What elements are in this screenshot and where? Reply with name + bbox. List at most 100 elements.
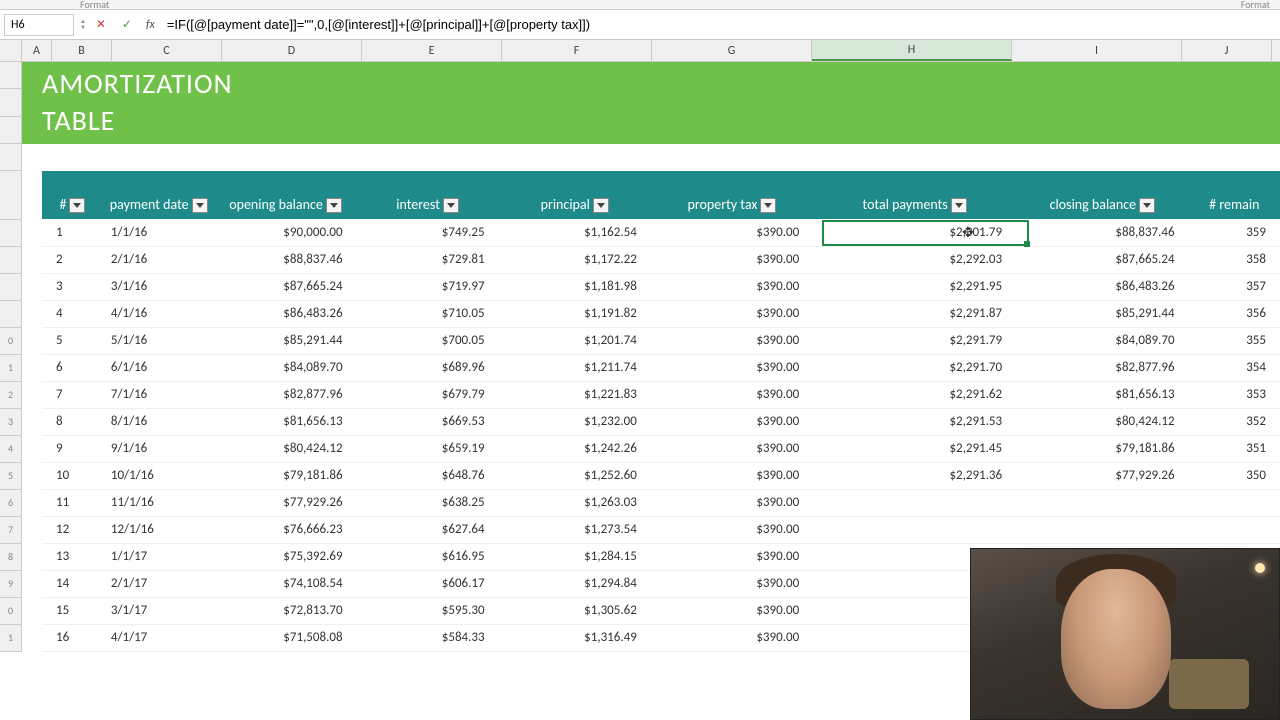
cell-tax[interactable]: $390.00 (651, 570, 813, 597)
filter-icon[interactable] (69, 198, 85, 213)
filter-icon[interactable] (1139, 198, 1155, 213)
cell-opening[interactable]: $87,665.24 (214, 273, 356, 300)
cell-remaining[interactable]: 355 (1189, 327, 1280, 354)
cell-interest[interactable]: $648.76 (357, 462, 499, 489)
select-all-corner[interactable] (0, 40, 22, 61)
cell-tax[interactable]: $390.00 (651, 381, 813, 408)
cell-interest[interactable]: $659.19 (357, 435, 499, 462)
filter-icon[interactable] (593, 198, 609, 213)
cell-total[interactable]: $2,291.53 (813, 408, 1016, 435)
cell-closing[interactable]: $81,656.13 (1016, 381, 1189, 408)
cell-remaining[interactable]: 352 (1189, 408, 1280, 435)
cell-tax[interactable]: $390.00 (651, 219, 813, 246)
column-header-I[interactable]: I (1012, 40, 1182, 61)
col-header-property-tax[interactable]: property tax (651, 171, 813, 219)
cell-closing[interactable]: $82,877.96 (1016, 354, 1189, 381)
cell-interest[interactable]: $595.30 (357, 597, 499, 624)
cell-total[interactable]: $2,291.87 (813, 300, 1016, 327)
row-header[interactable]: 6 (0, 490, 21, 517)
cell-date[interactable]: 10/1/16 (103, 462, 215, 489)
cell-principal[interactable]: $1,294.84 (499, 570, 651, 597)
cell-num[interactable]: 8 (42, 408, 103, 435)
row-header[interactable] (0, 117, 21, 144)
fx-icon[interactable]: fx (146, 18, 155, 32)
cell-date[interactable]: 11/1/16 (103, 489, 215, 516)
cell-remaining[interactable]: 357 (1189, 273, 1280, 300)
cell-opening[interactable]: $85,291.44 (214, 327, 356, 354)
cell-date[interactable]: 4/1/17 (103, 624, 215, 651)
cell-num[interactable]: 9 (42, 435, 103, 462)
cell-interest[interactable]: $689.96 (357, 354, 499, 381)
cell-total[interactable]: $2,291.36 (813, 462, 1016, 489)
cell-num[interactable]: 4 (42, 300, 103, 327)
row-header[interactable] (0, 301, 21, 328)
column-header-F[interactable]: F (502, 40, 652, 61)
cell-interest[interactable]: $638.25 (357, 489, 499, 516)
cell-opening[interactable]: $79,181.86 (214, 462, 356, 489)
name-box-stepper[interactable]: ▲▼ (80, 19, 86, 30)
table-row[interactable]: 7 7/1/16 $82,877.96 $679.79 $1,221.83 $3… (42, 381, 1280, 408)
cell-opening[interactable]: $75,392.69 (214, 543, 356, 570)
col-header-interest[interactable]: interest (357, 171, 499, 219)
row-header[interactable]: 0 (0, 328, 21, 355)
cell-total[interactable]: $2,291.62 (813, 381, 1016, 408)
cell-opening[interactable]: $80,424.12 (214, 435, 356, 462)
cell-principal[interactable]: $1,316.49 (499, 624, 651, 651)
cell-date[interactable]: 6/1/16 (103, 354, 215, 381)
cell-num[interactable]: 15 (42, 597, 103, 624)
row-header[interactable] (0, 220, 21, 247)
cell-num[interactable]: 14 (42, 570, 103, 597)
table-row[interactable]: 3 3/1/16 $87,665.24 $719.97 $1,181.98 $3… (42, 273, 1280, 300)
cell-tax[interactable]: $390.00 (651, 624, 813, 651)
cell-tax[interactable]: $390.00 (651, 408, 813, 435)
cell-date[interactable]: 2/1/16 (103, 246, 215, 273)
cell-opening[interactable]: $77,929.26 (214, 489, 356, 516)
cell-closing[interactable]: $79,181.86 (1016, 435, 1189, 462)
table-row[interactable]: 9 9/1/16 $80,424.12 $659.19 $1,242.26 $3… (42, 435, 1280, 462)
cell-closing[interactable] (1016, 516, 1189, 543)
cell-date[interactable]: 5/1/16 (103, 327, 215, 354)
cell-principal[interactable]: $1,242.26 (499, 435, 651, 462)
column-header-D[interactable]: D (222, 40, 362, 61)
cell-num[interactable]: 3 (42, 273, 103, 300)
cell-date[interactable]: 3/1/16 (103, 273, 215, 300)
cell-num[interactable]: 5 (42, 327, 103, 354)
col-header-principal[interactable]: principal (499, 171, 651, 219)
row-header[interactable]: 5 (0, 463, 21, 490)
cell-interest[interactable]: $749.25 (357, 219, 499, 246)
cell-interest[interactable]: $584.33 (357, 624, 499, 651)
table-row[interactable]: 1 1/1/16 $90,000.00 $749.25 $1,162.54 $3… (42, 219, 1280, 246)
cell-num[interactable]: 16 (42, 624, 103, 651)
cancel-formula-button[interactable]: ✕ (90, 14, 112, 36)
cell-principal[interactable]: $1,191.82 (499, 300, 651, 327)
cell-tax[interactable]: $390.00 (651, 435, 813, 462)
cell-interest[interactable]: $729.81 (357, 246, 499, 273)
cell-remaining[interactable] (1189, 516, 1280, 543)
column-header-E[interactable]: E (362, 40, 502, 61)
cell-date[interactable]: 1/1/16 (103, 219, 215, 246)
row-header[interactable] (0, 247, 21, 274)
cell-remaining[interactable]: 353 (1189, 381, 1280, 408)
filter-icon[interactable] (443, 198, 459, 213)
cell-num[interactable]: 1 (42, 219, 103, 246)
cell-num[interactable]: 2 (42, 246, 103, 273)
cell-closing[interactable] (1016, 489, 1189, 516)
col-header-payment-date[interactable]: payment date (103, 171, 215, 219)
col-header-num[interactable]: # (42, 171, 103, 219)
cell-total[interactable]: $2,291.79 (813, 327, 1016, 354)
cell-opening[interactable]: $90,000.00 (214, 219, 356, 246)
cell-tax[interactable]: $390.00 (651, 543, 813, 570)
cell-num[interactable]: 11 (42, 489, 103, 516)
cell-interest[interactable]: $606.17 (357, 570, 499, 597)
cell-opening[interactable]: $71,508.08 (214, 624, 356, 651)
cell-interest[interactable]: $627.64 (357, 516, 499, 543)
row-header[interactable] (0, 274, 21, 301)
filter-icon[interactable] (951, 198, 967, 213)
col-header-opening-balance[interactable]: opening balance (214, 171, 356, 219)
col-header-closing-balance[interactable]: closing balance (1016, 171, 1189, 219)
cell-opening[interactable]: $82,877.96 (214, 381, 356, 408)
cell-date[interactable]: 3/1/17 (103, 597, 215, 624)
cell-principal[interactable]: $1,273.54 (499, 516, 651, 543)
table-row[interactable]: 4 4/1/16 $86,483.26 $710.05 $1,191.82 $3… (42, 300, 1280, 327)
cell-tax[interactable]: $390.00 (651, 462, 813, 489)
